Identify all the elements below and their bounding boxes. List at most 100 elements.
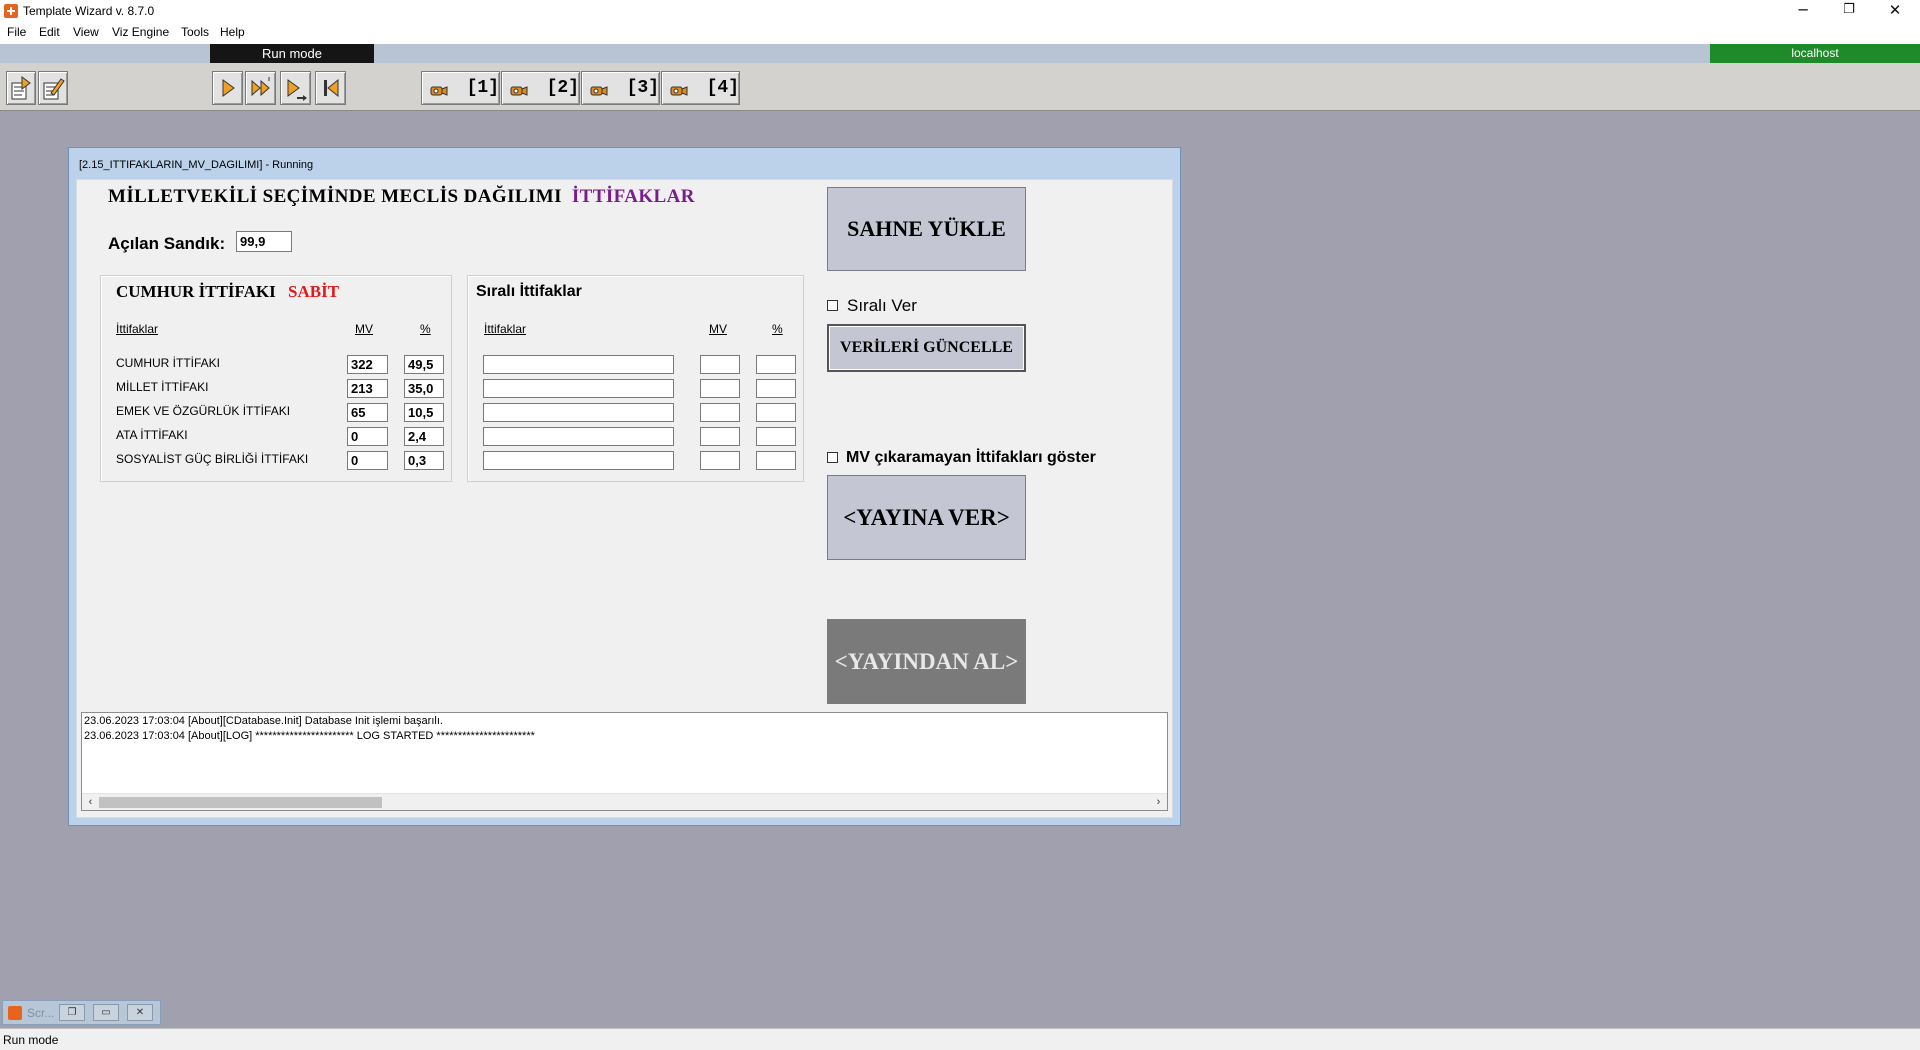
mv-cikaramayan-label: MV çıkaramayan İttifakları göster: [846, 449, 1096, 466]
step-button[interactable]: [280, 71, 311, 105]
minimized-window-label: Scr...: [27, 1006, 55, 1020]
camera-icon: [670, 85, 688, 96]
menu-tools[interactable]: Tools: [181, 25, 209, 39]
continue-icon: [251, 77, 270, 97]
edit-template-button[interactable]: [38, 71, 68, 105]
group2-col-name: İttifaklar: [484, 322, 527, 336]
log-panel[interactable]: 23.06.2023 17:03:04 [About][CDatabase.In…: [81, 712, 1168, 811]
group1-row-name: CUMHUR İTTİFAKI: [116, 356, 220, 370]
sahne-yukle-button[interactable]: SAHNE YÜKLE: [827, 187, 1026, 271]
toolbar: [1] [2] [3] [4]: [0, 63, 1920, 111]
group2-row-name-field[interactable]: [483, 355, 674, 374]
menu-viz-engine[interactable]: Viz Engine: [112, 25, 169, 39]
group1-row-mv-field[interactable]: 0: [347, 451, 388, 470]
yayina-ver-button[interactable]: <YAYINA VER>: [827, 475, 1026, 560]
group2-row-name-field[interactable]: [483, 427, 674, 446]
rewind-icon: [323, 78, 338, 98]
page-title-accent: İTTİFAKLAR: [571, 186, 695, 207]
group1-title: CUMHUR İTTİFAKI SABİT: [116, 282, 339, 302]
cumhur-ittifaki-group: [100, 275, 452, 482]
group2-row-name-field[interactable]: [483, 403, 674, 422]
group2-row-pct-field[interactable]: [756, 451, 796, 470]
group1-title-text: CUMHUR İTTİFAKI: [116, 282, 276, 301]
group2-row-pct-field[interactable]: [756, 403, 796, 422]
group1-row-name: SOSYALİST GÜÇ BİRLİĞİ İTTİFAKI: [116, 452, 309, 466]
group1-row-mv-field[interactable]: 65: [347, 403, 388, 422]
acilan-sandik-field[interactable]: 99,9: [236, 231, 292, 252]
group1-row-pct-field[interactable]: 49,5: [404, 355, 444, 374]
scrollbar-thumb[interactable]: [99, 797, 382, 808]
menu-edit[interactable]: Edit: [39, 25, 60, 39]
run-mode-indicator: Run mode: [210, 44, 374, 63]
group2-row-pct-field[interactable]: [756, 379, 796, 398]
group2-row-mv-field[interactable]: [700, 403, 740, 422]
group1-row-mv-field[interactable]: 0: [347, 427, 388, 446]
group1-row-mv-field[interactable]: 213: [347, 379, 388, 398]
sirali-ver-checkbox[interactable]: [827, 300, 838, 311]
mv-cikaramayan-checkbox[interactable]: [827, 452, 838, 463]
menu-file[interactable]: File: [7, 25, 26, 39]
group1-row-pct-field[interactable]: 2,4: [404, 427, 444, 446]
group2-row-name-field[interactable]: [483, 451, 674, 470]
camera-3-button[interactable]: [3]: [581, 71, 660, 105]
camera-1-label: [1]: [466, 78, 499, 98]
verileri-guncelle-button[interactable]: VERİLERİ GÜNCELLE: [827, 324, 1026, 372]
page-title-text: MİLLETVEKİLİ SEÇİMİNDE MECLİS DAĞILIMI: [108, 186, 562, 207]
app-icon: [4, 4, 18, 18]
group2-row-mv-field[interactable]: [700, 451, 740, 470]
group1-row-mv-field[interactable]: 322: [347, 355, 388, 374]
camera-4-button[interactable]: [4]: [661, 71, 740, 105]
group1-row-name: EMEK VE ÖZGÜRLÜK İTTİFAKI: [116, 404, 291, 418]
group1-col-name: İttifaklar: [116, 322, 159, 336]
menu-view[interactable]: View: [73, 25, 99, 39]
group2-row-pct-field[interactable]: [756, 427, 796, 446]
group1-col-pct: %: [420, 322, 431, 336]
run-template-icon: [11, 76, 31, 100]
scroll-right-icon[interactable]: ›: [1150, 794, 1167, 811]
log-horizontal-scrollbar[interactable]: ‹ ›: [82, 793, 1167, 810]
yayindan-al-button[interactable]: <YAYINDAN AL>: [827, 619, 1026, 704]
menu-bar: File Edit View Viz Engine Tools Help: [0, 22, 1920, 44]
restore-button[interactable]: ❐: [1826, 0, 1872, 22]
group2-row-pct-field[interactable]: [756, 355, 796, 374]
group2-row-name-field[interactable]: [483, 379, 674, 398]
group1-row-pct-field[interactable]: 35,0: [404, 379, 444, 398]
group1-col-mv: MV: [355, 322, 373, 336]
camera-2-button[interactable]: [2]: [501, 71, 580, 105]
sirali-ver-label: Sıralı Ver: [847, 296, 917, 315]
minimized-window[interactable]: Scr... ❐ ▭ ✕: [2, 1000, 161, 1025]
group2-row-mv-field[interactable]: [700, 355, 740, 374]
play-button[interactable]: [212, 71, 243, 105]
close-button[interactable]: ✕: [1872, 0, 1918, 22]
group1-row-name: MİLLET İTTİFAKI: [116, 380, 209, 394]
close-icon[interactable]: ✕: [127, 1004, 153, 1021]
run-template-button[interactable]: [6, 71, 36, 105]
group2-row-mv-field[interactable]: [700, 379, 740, 398]
camera-3-label: [3]: [626, 78, 659, 98]
minimize-button[interactable]: ─: [1780, 0, 1826, 22]
camera-icon: [590, 85, 608, 96]
camera-1-button[interactable]: [1]: [421, 71, 500, 105]
group1-row-pct-field[interactable]: 10,5: [404, 403, 444, 422]
rewind-button[interactable]: [315, 71, 346, 105]
status-bar-text: Run mode: [3, 1033, 59, 1047]
status-strip: Run mode localhost: [0, 44, 1920, 63]
host-indicator: localhost: [1710, 44, 1920, 63]
scroll-left-icon[interactable]: ‹: [82, 794, 99, 811]
menu-help[interactable]: Help: [220, 25, 245, 39]
group2-row-mv-field[interactable]: [700, 427, 740, 446]
camera-icon: [510, 85, 528, 96]
maximize-icon[interactable]: ▭: [93, 1004, 119, 1021]
template-window-title: [2.15_ITTIFAKLARIN_MV_DAGILIMI] - Runnin…: [79, 159, 314, 171]
group1-row-pct-field[interactable]: 0,3: [404, 451, 444, 470]
group2-col-mv: MV: [709, 322, 727, 336]
page-title: MİLLETVEKİLİ SEÇİMİNDE MECLİS DAĞILIMI İT…: [108, 186, 695, 208]
title-bar: Template Wizard v. 8.7.0 ─ ❐ ✕: [0, 0, 1920, 22]
group2-col-pct: %: [772, 322, 783, 336]
camera-4-label: [4]: [706, 78, 739, 98]
step-icon: [287, 79, 307, 101]
restore-icon[interactable]: ❐: [59, 1004, 85, 1021]
continue-button[interactable]: [245, 71, 276, 105]
group1-tag: SABİT: [288, 282, 340, 301]
camera-icon: [430, 85, 448, 96]
